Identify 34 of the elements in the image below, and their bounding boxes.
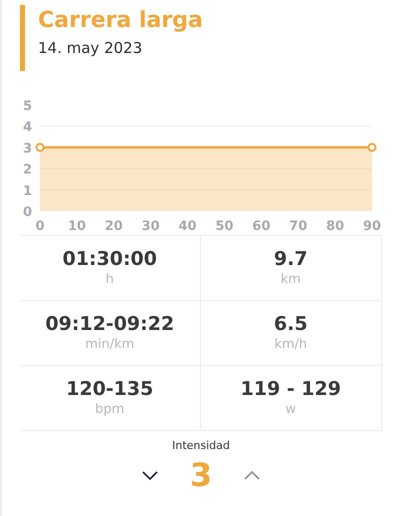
y-tick-label: 2 (22, 162, 32, 178)
stat-unit: min/km (85, 336, 134, 354)
data-point (36, 142, 44, 152)
stat-unit: bpm (95, 401, 124, 419)
x-tick-label: 40 (178, 219, 197, 234)
stat-value: 6.5 (274, 312, 308, 336)
y-tick-label: 4 (22, 120, 32, 136)
x-tick-label: 0 (35, 219, 45, 234)
x-tick-label: 90 (362, 219, 382, 234)
y-tick-label: 1 (22, 184, 32, 199)
x-tick-label: 50 (215, 219, 234, 234)
stat-value: 01:30:00 (62, 247, 158, 271)
workout-date: 14. may 2023 (38, 38, 144, 59)
stat-unit: w (285, 401, 296, 419)
stat-value: 09:12-09:22 (45, 312, 174, 336)
x-tick-label: 20 (104, 219, 123, 234)
y-tick-label: 0 (22, 205, 32, 220)
x-tick-label: 70 (289, 219, 308, 234)
stat-unit: km/h (274, 336, 308, 354)
x-tick-label: 10 (68, 219, 86, 234)
y-tick-label: 5 (22, 99, 32, 114)
workout-title: Carrera larga (38, 7, 204, 35)
stat-unit: km (280, 271, 301, 289)
intensity-value: 3 (190, 456, 212, 494)
stat-value: 9.7 (274, 247, 308, 271)
stat-unit: h (106, 271, 114, 289)
data-point (368, 142, 376, 152)
stat-value: 119 - 129 (240, 377, 341, 401)
y-tick-label: 3 (22, 141, 32, 156)
stat-value: 120-135 (66, 377, 154, 401)
x-tick-label: 80 (326, 219, 344, 234)
x-tick-label: 60 (252, 219, 270, 234)
intensity-label: Intensidad (172, 439, 230, 452)
x-tick-label: 30 (142, 219, 160, 234)
